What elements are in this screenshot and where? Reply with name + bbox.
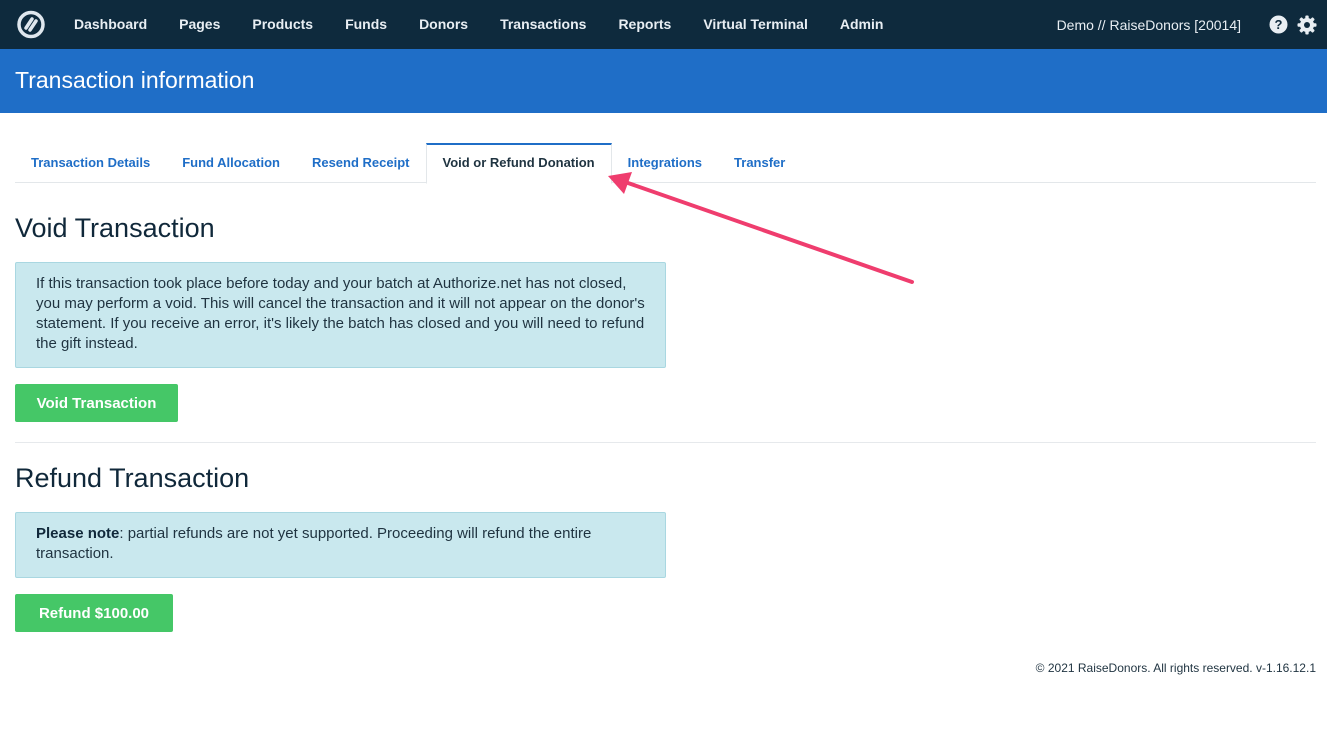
nav-admin[interactable]: Admin [824,0,900,49]
nav-dashboard[interactable]: Dashboard [58,0,163,49]
refund-info-alert: Please note: partial refunds are not yet… [15,512,666,578]
refund-button[interactable]: Refund $100.00 [15,594,173,632]
section-divider [15,442,1316,443]
nav-funds[interactable]: Funds [329,0,403,49]
footer-copyright: © 2021 RaiseDonors. All rights reserved.… [1035,661,1316,675]
void-transaction-button[interactable]: Void Transaction [15,384,178,422]
tab-resend-receipt[interactable]: Resend Receipt [296,143,426,183]
nav-donors[interactable]: Donors [403,0,484,49]
void-info-alert: If this transaction took place before to… [15,262,666,368]
main-nav: Dashboard Pages Products Funds Donors Tr… [58,0,899,49]
tab-transfer[interactable]: Transfer [718,143,801,183]
nav-transactions[interactable]: Transactions [484,0,602,49]
transaction-tabs: Transaction Details Fund Allocation Rese… [15,143,1316,184]
refund-note-label: Please note [36,525,120,542]
nav-virtual-terminal[interactable]: Virtual Terminal [687,0,824,49]
nav-reports[interactable]: Reports [602,0,687,49]
tab-void-or-refund[interactable]: Void or Refund Donation [425,143,612,184]
svg-text:?: ? [1274,17,1282,32]
tab-integrations[interactable]: Integrations [612,143,718,183]
void-heading: Void Transaction [15,213,215,243]
help-icon[interactable]: ? [1268,15,1288,35]
refund-heading: Refund Transaction [15,463,250,493]
tab-transaction-details[interactable]: Transaction Details [15,143,166,183]
page-title: Transaction information [15,67,255,93]
top-navbar: Dashboard Pages Products Funds Donors Tr… [0,0,1327,49]
nav-pages[interactable]: Pages [163,0,236,49]
raisedonors-logo-icon[interactable] [15,10,47,39]
gear-icon[interactable] [1297,15,1317,35]
page-header: Transaction information [0,49,1327,113]
nav-products[interactable]: Products [236,0,329,49]
nav-right: Demo // RaiseDonors [20014] ? [1057,0,1317,49]
refund-note-text: : partial refunds are not yet supported.… [36,525,592,562]
void-info-text: If this transaction took place before to… [36,275,645,352]
org-switcher[interactable]: Demo // RaiseDonors [20014] [1057,17,1241,33]
tab-fund-allocation[interactable]: Fund Allocation [166,143,296,183]
